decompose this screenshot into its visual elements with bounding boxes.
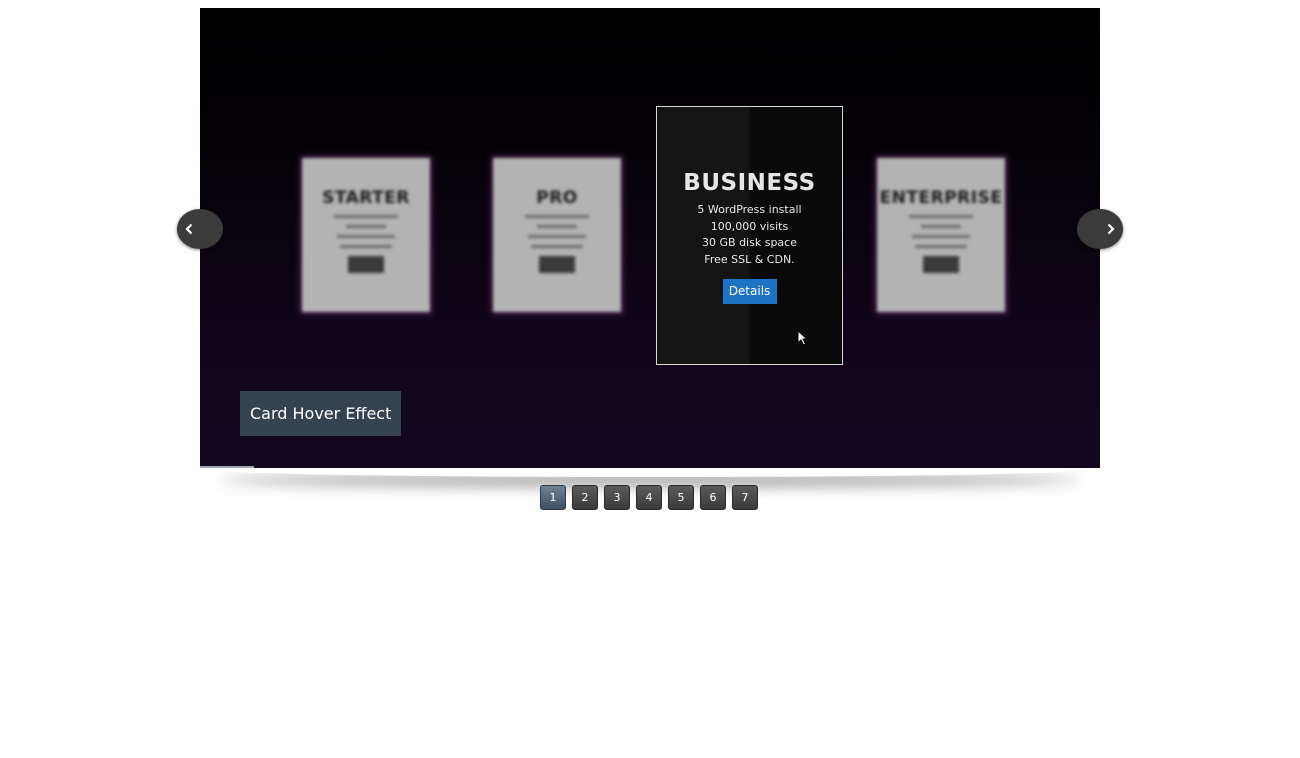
- card-feature: 5 WordPress install: [697, 203, 802, 216]
- card-feature-line: [909, 215, 973, 218]
- page-button-1[interactable]: 1: [540, 485, 566, 510]
- page-button-6[interactable]: 6: [700, 485, 726, 510]
- card-title: PRO: [536, 188, 578, 208]
- card-feature: Free SSL & CDN.: [704, 252, 795, 266]
- card-feature-line: [537, 225, 577, 228]
- slide-progress-bar: [200, 466, 254, 468]
- page-button-2[interactable]: 2: [572, 485, 598, 510]
- card-feature: 100,000 visits: [710, 219, 789, 233]
- details-button: Details: [722, 279, 777, 304]
- card-details-button: [923, 256, 959, 273]
- image-slider: STARTER PRO BUSINESS 5 WordPress install…: [200, 8, 1100, 468]
- page-button-5[interactable]: 5: [668, 485, 694, 510]
- card-title: STARTER: [322, 188, 410, 208]
- prev-slide-button[interactable]: [177, 209, 223, 249]
- card-feature: 30 GB disk space: [702, 236, 797, 249]
- slide-image: STARTER PRO BUSINESS 5 WordPress install…: [200, 8, 1100, 468]
- card-feature-line: [346, 225, 386, 228]
- card-feature-line: [915, 245, 967, 248]
- card-feature-line: [921, 225, 961, 228]
- next-slide-button[interactable]: [1077, 209, 1123, 249]
- chevron-left-icon: [185, 223, 193, 235]
- pricing-card-business: BUSINESS 5 WordPress install 100,000 vis…: [656, 106, 843, 365]
- pricing-card-starter: STARTER: [302, 158, 430, 312]
- page-button-4[interactable]: 4: [636, 485, 662, 510]
- pricing-card-pro: PRO: [493, 158, 621, 312]
- card-details-button: [539, 256, 575, 273]
- slide-pagination: 1 2 3 4 5 6 7: [540, 485, 758, 511]
- card-title: ENTERPRISE: [879, 188, 1003, 208]
- page-button-7[interactable]: 7: [732, 485, 758, 510]
- card-feature-line: [337, 235, 395, 238]
- card-feature-line: [525, 215, 589, 218]
- card-feature-list: 5 WordPress install 100,000 visits 30 GB…: [657, 202, 842, 268]
- card-feature-line: [334, 215, 398, 218]
- page-button-3[interactable]: 3: [604, 485, 630, 510]
- card-feature-line: [528, 235, 586, 238]
- slide-caption: Card Hover Effect: [240, 391, 402, 436]
- card-feature-line: [531, 245, 583, 248]
- card-feature-line: [340, 245, 392, 248]
- card-title: BUSINESS: [683, 170, 816, 196]
- card-feature-line: [912, 235, 970, 238]
- pricing-card-enterprise: ENTERPRISE: [877, 158, 1005, 312]
- chevron-right-icon: [1107, 223, 1115, 235]
- card-details-button: [348, 256, 384, 273]
- mouse-cursor-icon: [797, 330, 809, 346]
